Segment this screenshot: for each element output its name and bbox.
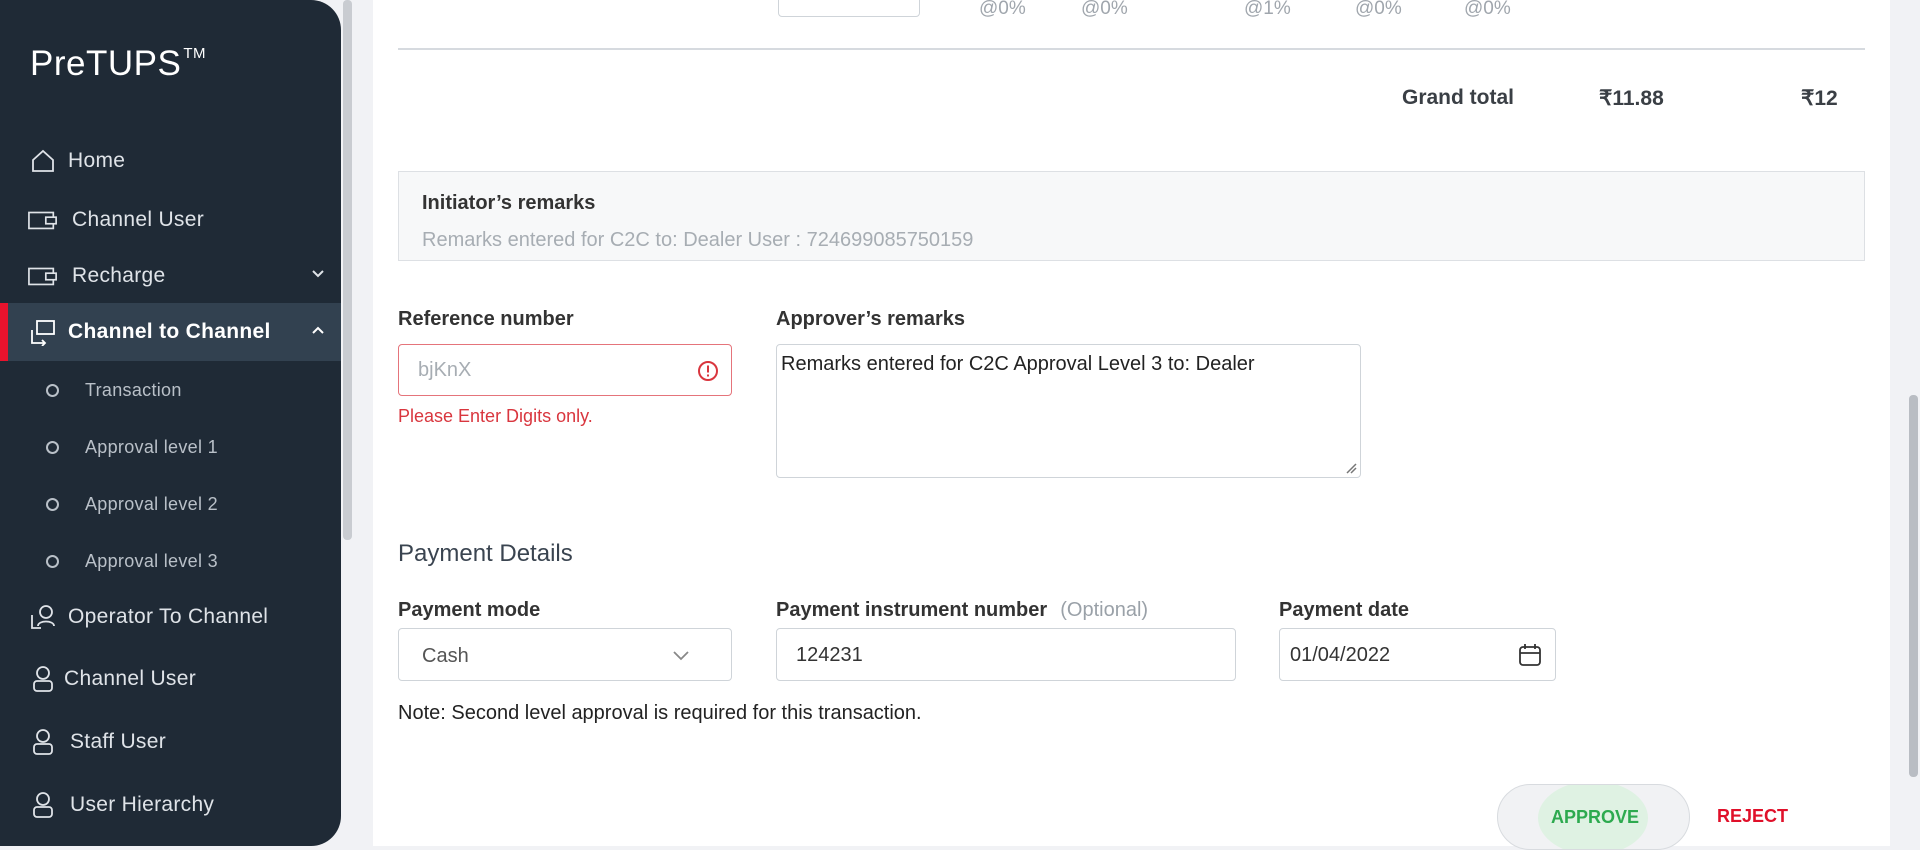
divider [398, 48, 1865, 50]
user-icon [28, 790, 58, 820]
circle-icon [46, 497, 59, 511]
resize-handle-icon[interactable] [1345, 462, 1357, 474]
sidebar-subitem-label: Approval level 1 [85, 436, 218, 457]
chevron-down-icon [312, 270, 324, 278]
sidebar-item-label: Home [68, 149, 126, 172]
brand-logo: PreTUPS TM [30, 44, 206, 84]
approval-note: Note: Second level approval is required … [398, 702, 922, 724]
tax-percent: @1% [1244, 0, 1291, 19]
circle-icon [46, 554, 59, 568]
approve-label: APPROVE [1551, 807, 1640, 827]
sidebar-item-channel-user[interactable]: Channel User [0, 191, 341, 249]
sidebar-scrollbar[interactable] [343, 0, 352, 540]
payment-instrument-label: Payment instrument number [776, 599, 1048, 621]
approve-button[interactable]: APPROVE [1497, 784, 1690, 850]
circle-icon [46, 383, 59, 397]
brand-trademark: TM [183, 45, 206, 63]
wallet-icon [28, 205, 58, 235]
sidebar-item-label: Staff User [70, 730, 166, 753]
quantity-input[interactable] [778, 0, 920, 17]
sidebar-item-label: Operator To Channel [68, 605, 269, 628]
sidebar-item-staff-user[interactable]: Staff User [0, 713, 341, 771]
sidebar-item-label: User Hierarchy [70, 793, 215, 816]
sidebar-subitem-approval-level-1[interactable]: Approval level 1 [0, 427, 341, 467]
payment-date-value: 01/04/2022 [1290, 644, 1391, 666]
payment-instrument-field[interactable]: 124231 [776, 628, 1236, 681]
sidebar-subitem-label: Approval level 3 [85, 550, 218, 571]
reference-number-placeholder: bjKnX [418, 359, 472, 381]
initiator-remarks-text: Remarks entered for C2C to: Dealer User … [422, 229, 974, 251]
tax-percent: @0% [1355, 0, 1402, 19]
user-icon [28, 664, 58, 694]
payment-mode-select[interactable]: Cash [398, 628, 732, 681]
chevron-down-icon [673, 651, 689, 661]
payment-date-label: Payment date [1279, 599, 1410, 621]
sidebar-item-channel-user-2[interactable]: Channel User [0, 650, 341, 708]
active-indicator [0, 303, 8, 361]
sidebar-item-operator-to-channel[interactable]: Operator To Channel [0, 588, 341, 646]
tax-percent: @0% [1464, 0, 1511, 19]
wallet-icon [28, 261, 58, 291]
tax-percent: @0% [1081, 0, 1128, 19]
main-content: @0% @0% @1% @0% @0% Grand total ₹11.88 ₹… [373, 0, 1890, 850]
sidebar-subitem-label: Transaction [85, 379, 182, 400]
reject-button[interactable]: REJECT [1717, 806, 1788, 827]
page-scrollbar[interactable] [1909, 395, 1918, 777]
chevron-up-icon [312, 326, 324, 334]
transfer-icon [28, 317, 58, 347]
payment-details-title: Payment Details [398, 540, 573, 567]
payment-instrument-label-group: Payment instrument number (Optional) [776, 599, 1148, 622]
approver-remarks-textarea[interactable]: Remarks entered for C2C Approval Level 3… [776, 344, 1361, 478]
user-icon [28, 727, 58, 757]
transfer-user-icon [28, 602, 58, 632]
home-icon [28, 146, 58, 176]
payment-instrument-value: 124231 [796, 644, 863, 666]
reference-number-error: Please Enter Digits only. [398, 406, 593, 426]
error-icon [698, 361, 718, 381]
optional-tag: (Optional) [1060, 599, 1149, 621]
calendar-icon[interactable] [1517, 642, 1543, 668]
sidebar-subitem-label: Approval level 2 [85, 493, 218, 514]
circle-icon [46, 440, 59, 454]
sidebar-subitem-approval-level-3[interactable]: Approval level 3 [0, 541, 341, 581]
sidebar-item-label: Channel to Channel [68, 320, 271, 343]
sidebar-item-label: Channel User [64, 667, 196, 690]
sidebar-item-label: Recharge [72, 264, 166, 287]
reference-number-label: Reference number [398, 308, 574, 330]
tax-percent: @0% [979, 0, 1026, 19]
brand-name: PreTUPS [30, 44, 182, 83]
grand-total-rounded: ₹12 [1801, 87, 1838, 110]
sidebar-subitem-approval-level-2[interactable]: Approval level 2 [0, 484, 341, 524]
initiator-remarks-box: Initiator’s remarks Remarks entered for … [398, 171, 1865, 261]
sidebar: PreTUPS TM Home Channel User Recharge Cha… [0, 0, 341, 846]
payment-mode-value: Cash [422, 645, 469, 667]
approver-remarks-text: Remarks entered for C2C Approval Level 3… [781, 353, 1255, 375]
approver-remarks-label: Approver’s remarks [776, 308, 965, 330]
sidebar-item-label: Channel User [72, 208, 204, 231]
sidebar-item-channel-to-channel[interactable]: Channel to Channel [0, 303, 341, 361]
initiator-remarks-title: Initiator’s remarks [422, 192, 596, 214]
grand-total-value: ₹11.88 [1599, 87, 1664, 110]
sidebar-subitem-transaction[interactable]: Transaction [0, 370, 341, 410]
sidebar-item-home[interactable]: Home [0, 132, 341, 190]
grand-total-label: Grand total [1402, 86, 1515, 109]
reference-number-field[interactable]: bjKnX [398, 344, 732, 396]
payment-date-field[interactable]: 01/04/2022 [1279, 628, 1556, 681]
payment-mode-label: Payment mode [398, 599, 541, 621]
sidebar-item-user-hierarchy[interactable]: User Hierarchy [0, 776, 341, 834]
sidebar-item-recharge[interactable]: Recharge [0, 247, 341, 305]
